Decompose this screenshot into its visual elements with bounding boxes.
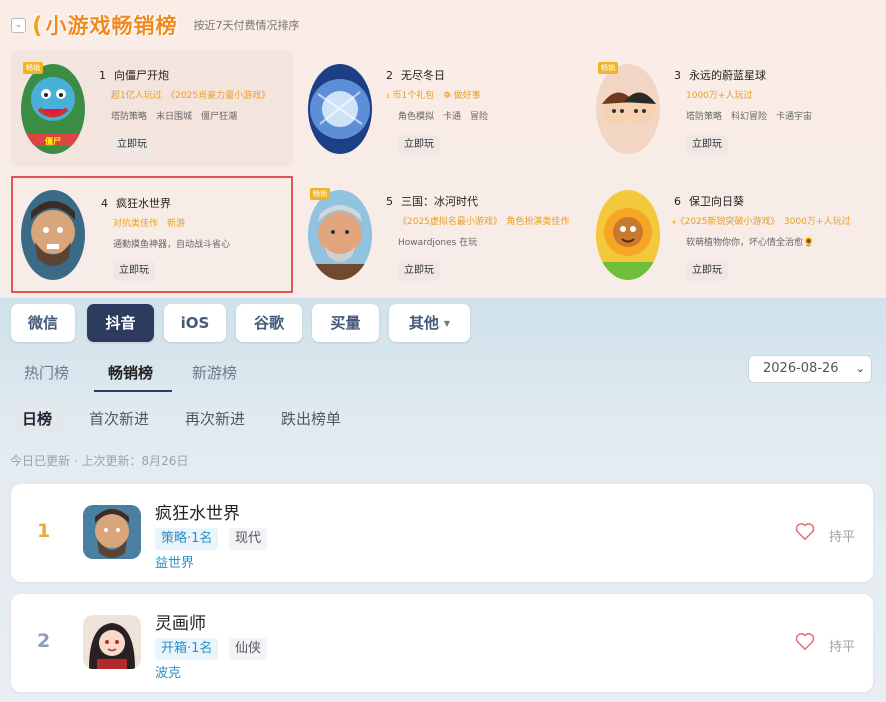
game-card-6[interactable]: 6 保卫向日葵 ₄《2025新锐突破小游戏》 3000万+人玩过 软萌植物你你，坏… [586, 176, 868, 293]
rank-number: 2 [37, 630, 51, 652]
game-highlight-tags: 1000万+人玩过 [686, 91, 753, 101]
app-name[interactable]: 灵画师 [155, 609, 206, 634]
tab-dropped-out[interactable]: 跌出榜单 [281, 404, 341, 434]
game-genre-tags: Howardjones 在玩 [398, 238, 478, 248]
trend-status: 持平 [829, 530, 856, 545]
game-genre-tags: 通勤摸鱼神器，自动战斗省心 [113, 240, 231, 250]
tab-hot-chart[interactable]: 热门榜 [24, 362, 69, 383]
game-name: 2 无尽冬日 [386, 69, 445, 82]
app-name[interactable]: 疯狂水世界 [155, 499, 240, 524]
theme-tag: 仙侠 [229, 638, 268, 660]
game-card-2[interactable]: 2 无尽冬日 ₃ 币1个礼包 ❁ 做好事 角色模拟 卡通 冒险 立即玩 [298, 50, 580, 167]
play-button[interactable]: 立即玩 [111, 135, 153, 155]
game-name: 4 疯狂水世界 [101, 197, 171, 210]
rank-category-tag: 策略·1名 [155, 528, 219, 550]
game-highlight-tags: ₃ 币1个礼包 ❁ 做好事 [386, 91, 481, 101]
platform-tab-paid-ads[interactable]: 买量 [312, 304, 379, 342]
game-genre-tags: 软萌植物你你，坏心情全治愈🌻 [686, 238, 815, 248]
update-status: 今日已更新 · 上次更新：8月26日 [10, 454, 189, 468]
tab-first-entry[interactable]: 首次新进 [89, 404, 149, 434]
tab-bestseller-chart[interactable]: 畅销榜 [108, 362, 153, 383]
game-name: 5 三国：冰河时代 [386, 195, 478, 208]
collapse-chevron-icon[interactable]: ⌄ [11, 17, 26, 33]
tab-new-games-chart[interactable]: 新游榜 [192, 362, 237, 383]
table-row[interactable]: 1 疯狂水世界 策略·1名 现代 益世界 持平 [11, 484, 873, 582]
top-section: ⌄ (小游戏畅销榜 按近7天付费情况排序 畅销 僵尸 1 向僵尸开炮 超1亿人玩过… [0, 0, 886, 298]
top-subtitle: 按近7天付费情况排序 [193, 19, 300, 32]
game-highlight-tags: 对抗类佳作 新游 [113, 219, 186, 229]
game-name: 1 向僵尸开炮 [99, 69, 169, 82]
hot-badge: 畅销 [310, 188, 330, 200]
trend-status: 持平 [829, 640, 856, 655]
platform-tab-douyin[interactable]: 抖音 [87, 304, 154, 342]
chevron-down-icon: ⌄ [855, 362, 865, 375]
platform-tab-google[interactable]: 谷歌 [236, 304, 302, 342]
game-highlight-tags: ₄《2025新锐突破小游戏》 3000万+人玩过 [672, 217, 851, 227]
game-genre-tags: 塔防策略 科幻冒险 卡通宇宙 [686, 112, 813, 122]
developer-link[interactable]: 波克 [155, 662, 181, 681]
game-genre-tags: 角色模拟 卡通 冒险 [398, 112, 489, 122]
play-button[interactable]: 立即玩 [686, 261, 728, 281]
active-tab-underline [94, 390, 172, 392]
ranking-section: 微信 抖音 iOS 谷歌 买量 其他 ▼ 热门榜 畅销榜 新游榜 2026-08-… [0, 298, 886, 702]
app-icon [83, 505, 141, 559]
game-card-5[interactable]: 畅销 5 三国：冰河时代 《2025虚拟名最小游戏》 角色扮演类佳作 Howard… [298, 176, 580, 293]
play-button[interactable]: 立即玩 [686, 135, 728, 155]
play-button[interactable]: 立即玩 [398, 261, 440, 281]
game-name: 6 保卫向日葵 [674, 195, 744, 208]
date-select[interactable]: 2026-08-26 ⌄ [748, 355, 872, 383]
hot-badge: 畅销 [23, 62, 43, 74]
game-name: 3 永远的蔚蓝星球 [674, 69, 766, 82]
date-value: 2026-08-26 [763, 361, 839, 376]
dropdown-triangle-icon: ▼ [443, 318, 451, 328]
game-icon [308, 64, 372, 154]
game-icon [21, 190, 85, 280]
game-icon [596, 190, 660, 280]
play-button[interactable]: 立即玩 [398, 135, 440, 155]
game-icon [596, 64, 660, 154]
tab-daily[interactable]: 日榜 [10, 404, 65, 434]
game-card-3[interactable]: 畅销 3 永远的蔚蓝星球 1000万+人玩过 塔防策略 科幻冒险 卡通宇宙 立即玩 [586, 50, 868, 167]
rank-category-tag: 开箱·1名 [155, 638, 219, 660]
table-row[interactable]: 2 灵画师 开箱·1名 仙侠 波克 持平 [11, 594, 873, 692]
platform-tab-wechat[interactable]: 微信 [11, 304, 75, 342]
rank-number: 1 [37, 520, 51, 542]
theme-tag: 现代 [229, 528, 268, 550]
tab-re-entry[interactable]: 再次新进 [185, 404, 245, 434]
platform-tab-other[interactable]: 其他 ▼ [389, 304, 470, 342]
platform-tab-ios[interactable]: iOS [164, 304, 226, 342]
developer-link[interactable]: 益世界 [155, 552, 194, 571]
game-icon [308, 190, 372, 280]
game-card-4[interactable]: 4 疯狂水世界 对抗类佳作 新游 通勤摸鱼神器，自动战斗省心 立即玩 [11, 176, 293, 293]
svg-text:僵尸: 僵尸 [45, 136, 61, 146]
hot-badge: 畅销 [598, 62, 618, 74]
game-icon: 僵尸 [21, 64, 85, 154]
play-button[interactable]: 立即玩 [113, 261, 155, 281]
heart-icon[interactable] [794, 520, 816, 542]
game-genre-tags: 塔防策略 末日围城 僵尸狂潮 [111, 112, 238, 122]
game-highlight-tags: 超1亿人玩过 《2025肖豪力量小游戏》 [111, 91, 271, 101]
game-highlight-tags: 《2025虚拟名最小游戏》 角色扮演类佳作 [398, 217, 570, 227]
app-icon [83, 615, 141, 669]
top-header: ⌄ (小游戏畅销榜 按近7天付费情况排序 [11, 9, 300, 41]
game-card-1[interactable]: 畅销 僵尸 1 向僵尸开炮 超1亿人玩过 《2025肖豪力量小游戏》 塔防策略 末… [11, 50, 293, 167]
heart-icon[interactable] [794, 630, 816, 652]
brand-title: (小游戏畅销榜 [32, 13, 178, 39]
